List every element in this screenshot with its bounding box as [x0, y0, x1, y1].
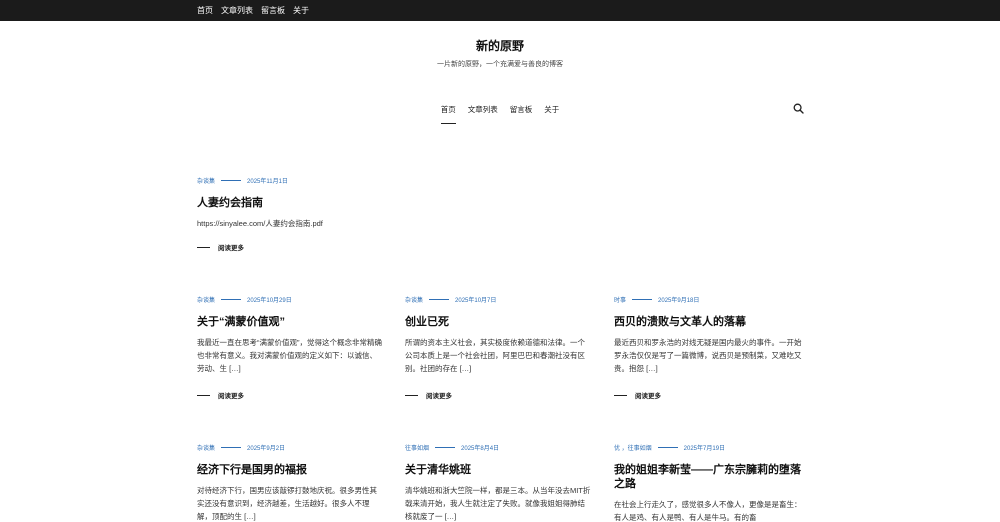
- post-excerpt: 清华姚班和浙大竺院一样，都是三本。从当年没去MIT折戟来清开始，我人生就注定了失…: [405, 486, 591, 521]
- post-title[interactable]: 创业已死: [405, 315, 592, 329]
- post-excerpt: 在社会上行走久了，感觉很多人不像人，更像是是畜生：有人是鸡、有人是鸭、有人是牛马…: [614, 500, 802, 522]
- read-more-dash: [197, 394, 210, 396]
- post-excerpt: 所谓的资本主义社会，其实极度依赖道德和法律。一个公司本质上是一个社会社团，阿里巴…: [405, 338, 585, 373]
- read-more-link[interactable]: 阅读更多: [405, 390, 452, 400]
- post-date[interactable]: 2025年10月7日: [455, 295, 496, 304]
- search-icon[interactable]: [793, 103, 804, 114]
- post-date[interactable]: 2025年11月1日: [247, 176, 288, 185]
- post-title[interactable]: 关于清华姚班: [405, 463, 592, 477]
- read-more-link[interactable]: 阅读更多: [197, 390, 244, 400]
- post-card: 往事如烟 2025年8月4日 关于清华姚班 清华姚班和浙大竺院一样，都是三本。从…: [405, 443, 592, 522]
- main-nav: 首页 文章列表 留言板 关于: [0, 104, 1000, 124]
- read-more-label: 阅读更多: [635, 393, 661, 400]
- top-menu-guestbook[interactable]: 留言板: [261, 0, 285, 21]
- meta-divider: [435, 447, 456, 448]
- post-date[interactable]: 2025年9月18日: [658, 295, 699, 304]
- post-title[interactable]: 我的姐姐李新莹——广东宗臃莉的堕落之路: [614, 463, 804, 491]
- post-meta: 杂谈集 2025年10月29日: [197, 295, 384, 304]
- post-category[interactable]: 杂谈集: [197, 176, 215, 185]
- post-category[interactable]: 时事: [614, 295, 626, 304]
- read-more-dash: [614, 394, 627, 396]
- post-category[interactable]: 杂谈集: [197, 295, 215, 304]
- nav-about[interactable]: 关于: [544, 104, 559, 124]
- post-date[interactable]: 2025年7月19日: [684, 443, 725, 452]
- post-card: 杂谈集 2025年9月2日 经济下行是国男的福报 对待经济下行，国男应该敲锣打鼓…: [197, 443, 384, 522]
- post-card: 杂谈集 2025年10月7日 创业已死 所谓的资本主义社会，其实极度依赖道德和法…: [405, 295, 592, 375]
- meta-divider: [632, 299, 653, 300]
- post-meta: 往事如烟 2025年8月4日: [405, 443, 592, 452]
- post-excerpt: 我最近一直在思考“满蒙价值观”，觉得这个概念非常精确也非常有意义。我对满蒙价值观…: [197, 338, 382, 373]
- post-date[interactable]: 2025年8月4日: [461, 443, 499, 452]
- post-title[interactable]: 人妻约会指南: [197, 196, 597, 210]
- post-excerpt: 对待经济下行，国男应该敲锣打鼓地庆祝。很多男性其实还没有意识到，经济越差，生活越…: [197, 486, 377, 521]
- post-card: 时事 2025年9月18日 西贝的溃败与文革人的落幕 最近西贝和罗永浩的对线无疑…: [614, 295, 804, 375]
- meta-divider: [221, 447, 242, 448]
- post-date[interactable]: 2025年9月2日: [247, 443, 285, 452]
- read-more-label: 阅读更多: [218, 393, 244, 400]
- site-title[interactable]: 新的原野: [0, 37, 1000, 54]
- read-more-link[interactable]: 阅读更多: [197, 242, 244, 252]
- read-more-label: 阅读更多: [218, 245, 244, 252]
- post-category[interactable]: 杂谈集: [197, 443, 215, 452]
- nav-guestbook[interactable]: 留言板: [510, 104, 533, 124]
- post-card: 杂谈集 2025年11月1日 人妻约会指南 https://sinyalee.c…: [197, 176, 597, 230]
- post-meta: 优 ，往事如烟 2025年7月19日: [614, 443, 804, 452]
- top-menu-home[interactable]: 首页: [197, 0, 213, 21]
- post-meta: 时事 2025年9月18日: [614, 295, 804, 304]
- post-title[interactable]: 西贝的溃败与文革人的落幕: [614, 315, 804, 329]
- top-menu-articles[interactable]: 文章列表: [221, 0, 253, 21]
- post-title[interactable]: 经济下行是国男的福报: [197, 463, 384, 477]
- post-meta: 杂谈集 2025年11月1日: [197, 176, 597, 185]
- top-bar: 首页 文章列表 留言板 关于: [0, 0, 1000, 21]
- site-description: 一片新的原野，一个充满爱与善良的博客: [437, 61, 563, 68]
- post-excerpt: 最近西贝和罗永浩的对线无疑是国内最火的事件。一开始罗永浩仅仅是写了一篇微博，说西…: [614, 338, 802, 373]
- read-more-label: 阅读更多: [426, 393, 452, 400]
- post-meta: 杂谈集 2025年9月2日: [197, 443, 384, 452]
- read-more-dash: [405, 394, 418, 396]
- read-more-link[interactable]: 阅读更多: [614, 390, 661, 400]
- post-category[interactable]: 杂谈集: [405, 295, 423, 304]
- meta-divider: [429, 299, 450, 300]
- post-category[interactable]: 优 ，往事如烟: [614, 443, 652, 452]
- post-excerpt: https://sinyalee.com/人妻约会指南.pdf: [197, 219, 323, 228]
- read-more-dash: [197, 246, 210, 248]
- nav-articles[interactable]: 文章列表: [468, 104, 498, 124]
- top-menu: 首页 文章列表 留言板 关于: [197, 0, 317, 21]
- post-category[interactable]: 往事如烟: [405, 443, 429, 452]
- top-menu-about[interactable]: 关于: [293, 0, 309, 21]
- meta-divider: [657, 447, 678, 448]
- nav-home[interactable]: 首页: [440, 104, 456, 124]
- post-card: 优 ，往事如烟 2025年7月19日 我的姐姐李新莹——广东宗臃莉的堕落之路 在…: [614, 443, 804, 522]
- post-meta: 杂谈集 2025年10月7日: [405, 295, 592, 304]
- post-card: 杂谈集 2025年10月29日 关于“满蒙价值观” 我最近一直在思考“满蒙价值观…: [197, 295, 384, 375]
- post-date[interactable]: 2025年10月29日: [247, 295, 292, 304]
- post-title[interactable]: 关于“满蒙价值观”: [197, 315, 384, 329]
- meta-divider: [221, 299, 242, 300]
- meta-divider: [221, 180, 242, 181]
